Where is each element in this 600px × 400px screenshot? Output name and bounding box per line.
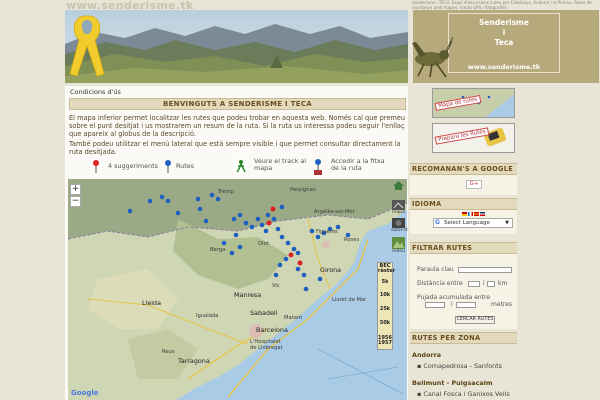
place-tremp: Tremp	[218, 189, 234, 195]
brand-title[interactable]: Senderisme i Teca	[448, 18, 560, 48]
distance-unit-label: km	[498, 280, 508, 287]
place-reus: Reus	[162, 349, 175, 355]
google-g-icon: G	[435, 219, 440, 226]
relief-label[interactable]: relleu	[391, 249, 406, 254]
page: www.senderisme.tk senderisme i TECA. Esp…	[0, 0, 600, 400]
place-sabadell: Sabadell	[250, 309, 278, 317]
keyword-label: Paraula clau	[417, 266, 454, 273]
brand-line-3: Teca	[494, 38, 514, 47]
distance-label: Distància entre	[417, 280, 463, 287]
flag-es-icon[interactable]	[474, 212, 479, 216]
place-girona: Girona	[320, 266, 342, 274]
route-sheet-pin-icon	[314, 159, 322, 175]
place-roses: Roses	[344, 237, 360, 243]
zones-header: RUTES PER ZONA	[410, 332, 517, 344]
hiker-track-icon	[234, 159, 248, 173]
distance-and-label: i	[483, 280, 485, 287]
place-tarragona: Tarragona	[178, 357, 210, 365]
place-figueres: Figueres	[316, 229, 338, 235]
routes-map[interactable]: Perpignan Argelès-sur-Mer Tremp Olot Fig…	[68, 179, 407, 400]
place-igualada: Igualada	[196, 313, 219, 319]
route-link-canal-fosca-text: Canal Fosca i Ganixos Vells	[423, 390, 510, 398]
google-plus-button[interactable]: G+	[466, 180, 482, 189]
terrain-map	[68, 179, 407, 400]
header-banner-image	[65, 10, 408, 83]
distance-max-input[interactable]	[487, 281, 495, 287]
mountain-landscape-image	[65, 10, 408, 83]
recommend-header: RECOMANAN'S A GOOGLE	[410, 163, 517, 175]
zone-bellmunt: Bellmunt - Puigsacalm	[412, 379, 493, 387]
home-icon[interactable]	[392, 180, 405, 191]
climb-unit-label: metres	[491, 301, 513, 308]
legend-routes: Rutes	[176, 162, 194, 170]
place-lloret: Lloret de Mar	[332, 297, 367, 303]
map-type-label[interactable]: mapa	[391, 210, 406, 215]
satellite-icon[interactable]	[392, 218, 405, 228]
satellite-label[interactable]: satel·lit	[391, 228, 408, 233]
scale-10k-option[interactable]: 10k	[378, 292, 392, 298]
language-select[interactable]: Select Language ▼	[433, 218, 513, 228]
flag-ca-icon[interactable]	[462, 212, 467, 216]
flag-en-icon[interactable]	[480, 212, 485, 216]
search-routes-button[interactable]: CERCAR RUTES	[455, 316, 495, 324]
place-vic: Vic	[272, 283, 280, 289]
route-link-comapedrosa[interactable]: ▪ Comapedrosa - Sanfonts	[417, 362, 502, 370]
place-perpignan: Perpignan	[290, 187, 317, 193]
route-link-comapedrosa-text: Comapedrosa - Sanfonts	[423, 362, 503, 370]
zoom-in-button[interactable]: +	[70, 184, 81, 195]
prepare-routes-thumbnail[interactable]: Prepara les Rutes	[432, 123, 515, 153]
place-lleida: Lleida	[142, 299, 162, 307]
flag-fr-icon[interactable]	[468, 212, 473, 216]
brand-url[interactable]: www.senderisme.tk	[448, 63, 560, 71]
grasshopper-icon	[412, 36, 454, 78]
place-argeles: Argelès-sur-Mer	[314, 209, 355, 215]
legend-sheet-line-2: de la ruta	[331, 164, 362, 172]
zone-andorra: Andorra	[412, 351, 442, 359]
legend-track: Veure el track al mapa	[254, 158, 306, 172]
conditions-link[interactable]: Condicions d'ús	[70, 88, 121, 96]
place-hospitalet-line-2: de Llobregat	[250, 345, 283, 351]
zoom-out-button[interactable]: −	[70, 196, 81, 207]
legend-route-sheet: Accedir a la fitxa de la ruta	[331, 158, 385, 172]
scale-5k-option[interactable]: 5k	[378, 279, 392, 285]
language-flags[interactable]	[462, 212, 485, 216]
keyword-input[interactable]	[458, 267, 512, 273]
legend-suggestions: 4 suggeriments	[108, 162, 158, 170]
place-olot: Olot	[258, 241, 269, 247]
place-berga: Berga	[210, 247, 226, 253]
brand-line-1: Senderisme	[479, 18, 529, 27]
distance-min-input[interactable]	[468, 281, 480, 287]
scale-25k-option[interactable]: 25k	[378, 306, 392, 312]
scale-1956-option[interactable]: 1956 1957	[378, 336, 392, 346]
menu-paragraph: També podeu utilitzar el menú lateral qu…	[69, 140, 401, 156]
intro-paragraph: El mapa inferior permet localitzar les r…	[69, 114, 406, 138]
map-type-icon[interactable]	[392, 200, 405, 210]
legend-track-line-2: mapa	[254, 164, 273, 172]
scale-50k-option[interactable]: 50k	[378, 320, 392, 326]
place-mataro: Mataró	[284, 315, 303, 321]
scale-raster-option[interactable]: BEC ràster	[378, 264, 395, 274]
climb-max-input[interactable]	[456, 302, 476, 308]
select-language-value: Select Language	[444, 220, 490, 226]
routes-map-thumbnail[interactable]: Mapa de rutes	[432, 88, 515, 118]
recommend-box	[410, 175, 517, 195]
welcome-title: BENVINGUTS A SENDERISME I TECA	[69, 98, 406, 110]
route-link-canal-fosca[interactable]: ▪ Canal Fosca i Ganixos Vells	[417, 390, 510, 398]
chevron-down-icon: ▼	[505, 220, 509, 226]
place-manresa: Manresa	[234, 291, 262, 299]
climb-label: Pujada acumulada entre	[417, 294, 491, 301]
place-barcelona: Barcelona	[256, 326, 288, 334]
climb-min-input[interactable]	[425, 302, 445, 308]
language-header: IDIOMA	[410, 198, 517, 210]
map-legend: 4 suggeriments Rutes Veure el track al ma…	[68, 157, 408, 179]
blue-pushpin-icon	[165, 160, 171, 173]
filter-header: FILTRAR RUTES	[410, 242, 517, 254]
brand-line-2: i	[502, 28, 506, 37]
google-logo: Google	[71, 389, 99, 397]
top-description: senderisme i TECA. Espai d'excursions a …	[412, 0, 592, 10]
red-pushpin-icon	[93, 160, 99, 173]
climb-and-label: i	[451, 301, 453, 308]
relief-icon[interactable]	[392, 237, 405, 249]
